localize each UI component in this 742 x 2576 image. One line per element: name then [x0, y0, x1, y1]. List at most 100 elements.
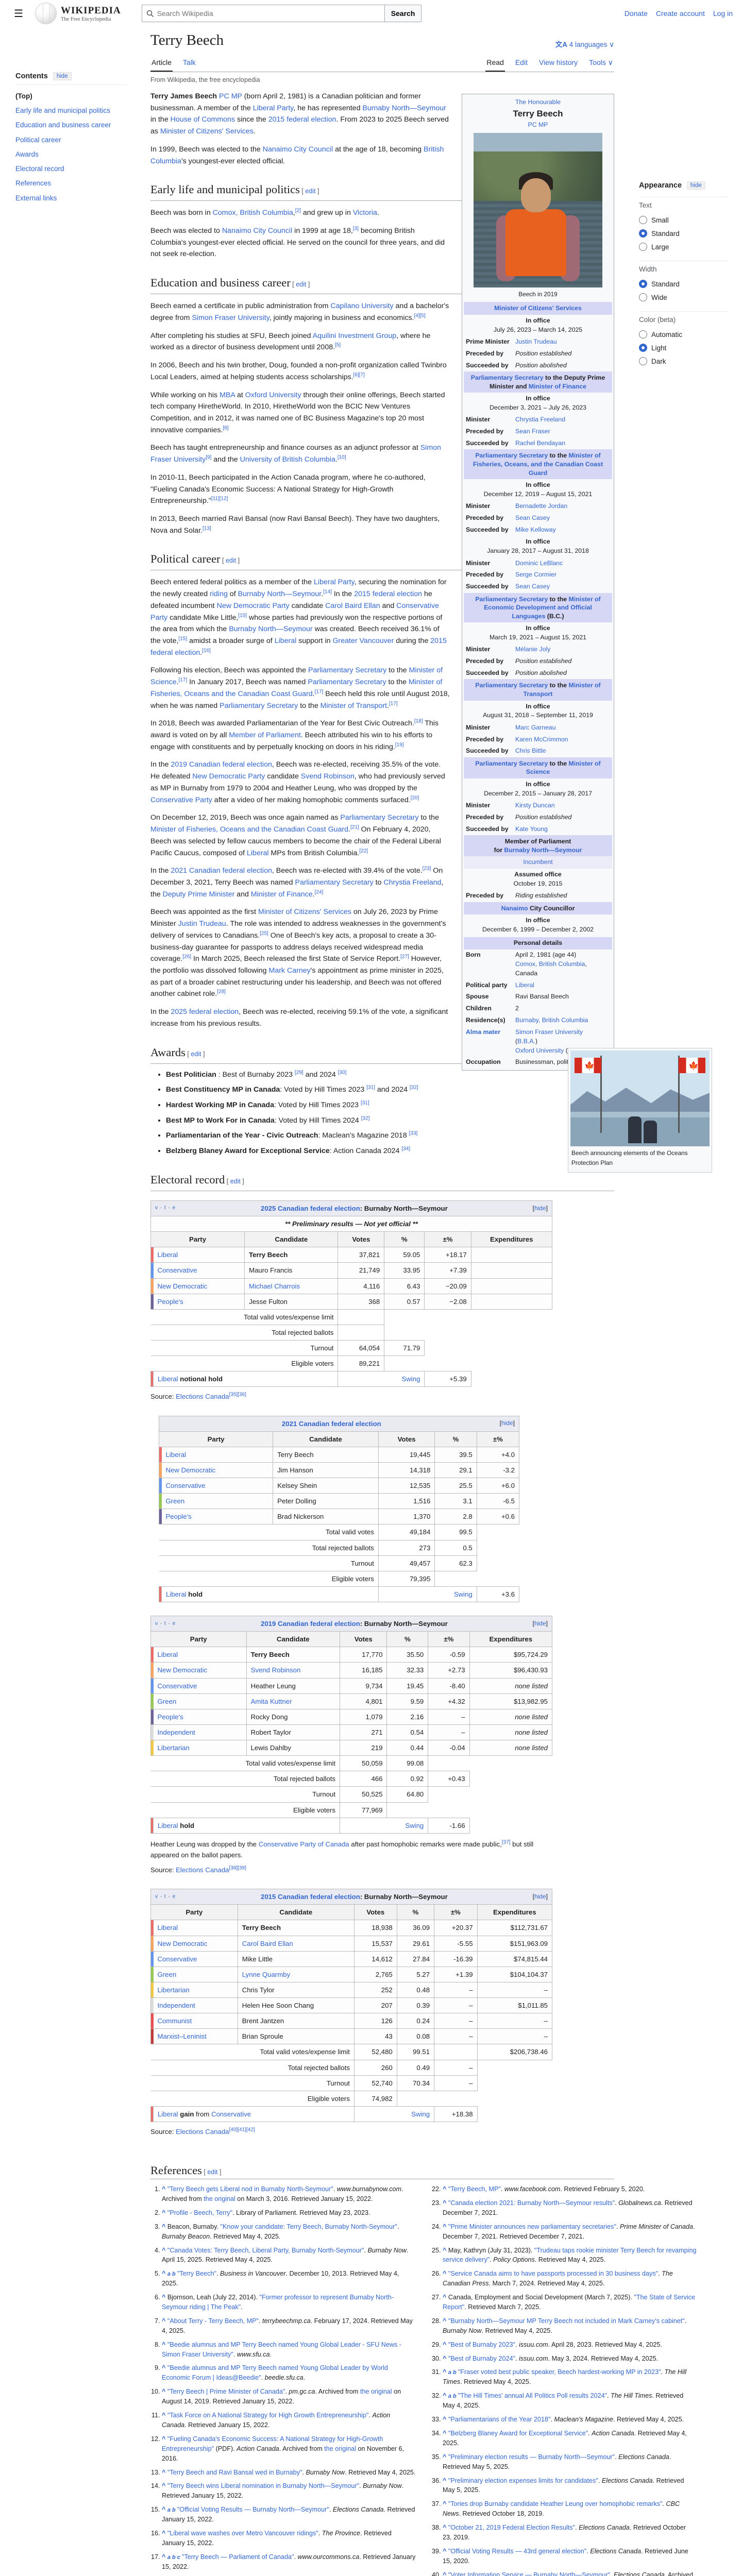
toc-item[interactable]: References — [15, 176, 126, 191]
reference-link[interactable]: [28] — [217, 989, 226, 995]
wiki-link[interactable]: Bernadette Jordan — [515, 502, 567, 510]
wiki-link[interactable]: Minister of Transport — [321, 702, 387, 710]
wiki-link[interactable]: 2019 Canadian federal election — [171, 760, 272, 769]
wiki-link[interactable]: Conservative — [211, 2110, 251, 2118]
reference-link[interactable]: [37] — [502, 1839, 511, 1845]
party-link[interactable]: Communist — [158, 2017, 192, 2025]
wiki-link[interactable]: riding — [210, 590, 228, 598]
wiki-link[interactable]: Burnaby, British Columbia — [515, 1016, 588, 1024]
wiki-link[interactable]: University of British Columbia — [240, 455, 335, 464]
citation-link[interactable]: "Prime Minister announces new parliament… — [448, 2223, 616, 2230]
wiki-link[interactable]: Justin Trudeau — [515, 338, 557, 345]
portrait-photo[interactable] — [474, 133, 602, 287]
reference-link[interactable]: [8] — [223, 425, 228, 431]
wiki-link[interactable]: Kirsty Duncan — [515, 802, 555, 809]
wiki-link[interactable]: Justin Trudeau — [178, 920, 226, 928]
wiki-link[interactable]: Simon Fraser University — [515, 1028, 583, 1036]
wiki-link[interactable]: Liberal — [166, 1590, 187, 1598]
wiki-link[interactable]: Liberal — [158, 1822, 178, 1829]
wiki-link[interactable]: Parliamentary Secretary — [308, 678, 386, 686]
vte-link[interactable]: v — [155, 1205, 158, 1211]
wiki-link[interactable]: Liberal — [247, 849, 269, 857]
citation-link[interactable]: "October 21, 2019 Federal Election Resul… — [448, 2524, 575, 2531]
appearance-option[interactable]: Dark — [639, 354, 728, 368]
vte-link[interactable]: t — [164, 1621, 166, 1626]
wiki-link[interactable]: House of Commons — [171, 115, 235, 124]
reference-link[interactable]: [35][36] — [229, 1392, 246, 1398]
reference-link[interactable]: [10] — [338, 454, 346, 460]
appearance-hide-button[interactable]: hide — [687, 181, 705, 190]
wiki-link[interactable]: Chrystia Freeland — [383, 878, 441, 887]
wiki-link[interactable]: Minister of Citizens' Services — [258, 908, 351, 916]
wiki-link[interactable]: Aquilini Investment Group — [313, 332, 396, 340]
appearance-option[interactable]: Standard — [639, 227, 728, 240]
wiki-link[interactable]: Burnaby North—Seymour — [229, 625, 312, 633]
wiki-link[interactable]: Liberal — [515, 981, 534, 989]
tab-read[interactable]: Read — [485, 54, 504, 72]
party-link[interactable]: Independent — [158, 2002, 195, 2009]
candidate-link[interactable]: Svend Robinson — [251, 1666, 301, 1674]
party-link[interactable]: Liberal — [158, 1251, 178, 1259]
election-title-link[interactable]: 2021 Canadian federal election — [282, 1420, 381, 1428]
wiki-link[interactable]: Burnaby North—Seymour — [238, 590, 322, 598]
reference-link[interactable]: [4][5] — [414, 313, 426, 318]
wiki-link[interactable]: Alma mater — [466, 1028, 500, 1036]
citation-link[interactable]: "Liberal wave washes over Metro Vancouve… — [167, 2530, 318, 2537]
reference-link[interactable]: [34] — [401, 1146, 410, 1151]
reference-link[interactable]: [40][41][42] — [229, 2127, 255, 2133]
party-link[interactable]: New Democratic — [158, 1940, 208, 1947]
wiki-link[interactable]: Mike Kelloway — [515, 526, 556, 533]
contents-hide-button[interactable]: hide — [53, 72, 72, 80]
reference-link[interactable]: [9] — [206, 454, 211, 460]
wiki-link[interactable]: Marc Garneau — [515, 724, 556, 731]
wiki-link[interactable]: Deputy Prime Minister — [163, 890, 235, 899]
party-link[interactable]: People's — [158, 1298, 183, 1306]
citation-link[interactable]: "Best of Burnaby 2024" — [448, 2355, 515, 2362]
wiki-link[interactable]: B.B.A. — [517, 1038, 535, 1045]
wiki-link[interactable]: Parliamentary Secretary — [475, 682, 548, 689]
reference-link[interactable]: [16] — [202, 648, 211, 653]
reference-link[interactable]: [25] — [260, 930, 268, 936]
citation-link[interactable]: "Parliamentarians of the Year 2018" — [448, 2416, 551, 2423]
candidate-link[interactable]: Michael Charrois — [249, 1282, 300, 1290]
toc-item[interactable]: Awards — [15, 147, 126, 162]
reference-link[interactable]: [17] — [389, 701, 398, 706]
reference-link[interactable]: [23] — [423, 866, 431, 871]
party-link[interactable]: Green — [166, 1497, 185, 1505]
party-link[interactable]: People's — [158, 1713, 183, 1721]
citation-link[interactable]: "Terry Beech and Ravi Bansal wed in Burn… — [167, 2469, 302, 2476]
wiki-link[interactable]: Nanaimo City Council — [263, 145, 333, 154]
candidate-link[interactable]: Amita Kuttner — [251, 1698, 292, 1705]
party-link[interactable]: Conservative — [158, 1955, 197, 1963]
citation-link[interactable]: "Fraser voted best public speaker, Beech… — [458, 2368, 661, 2376]
wiki-link[interactable]: 2015 federal election — [268, 115, 336, 124]
wiki-link[interactable]: Parliamentary Secretary — [475, 760, 548, 767]
wiki-link[interactable]: Elections Canada — [176, 1866, 229, 1874]
reference-link[interactable]: [33] — [409, 1131, 418, 1137]
reference-link[interactable]: [20] — [411, 795, 419, 801]
reference-link[interactable]: [18] — [414, 719, 423, 724]
candidate-link[interactable]: Lynne Quarmby — [242, 1971, 290, 1978]
citation-link[interactable]: "Best of Burnaby 2023" — [448, 2341, 515, 2348]
wiki-link[interactable]: Parliamentary Secretary — [471, 374, 544, 381]
party-link[interactable]: Liberal — [158, 1651, 178, 1658]
citation-link[interactable]: "Voter Information Service — Burnaby Nor… — [448, 2571, 610, 2576]
citation-link[interactable]: "Former professor to represent Burnaby N… — [162, 2294, 394, 2311]
party-link[interactable]: Liberal — [166, 1451, 187, 1459]
hide-link[interactable]: hide — [534, 1205, 546, 1212]
wiki-link[interactable]: Comox, British Columbia — [213, 209, 293, 217]
reference-link[interactable]: [32] — [361, 1115, 370, 1121]
wiki-link[interactable]: Oxford University — [515, 1047, 564, 1054]
languages-button[interactable]: 文A 4 languages ∨ — [555, 39, 614, 49]
wiki-link[interactable]: MBA — [220, 391, 235, 399]
wiki-link[interactable]: Parliamentary Secretary — [220, 702, 298, 710]
appearance-option[interactable]: Wide — [639, 291, 728, 304]
wiki-link[interactable]: Liberal Party — [314, 578, 355, 586]
appearance-option[interactable]: Automatic — [639, 328, 728, 341]
wiki-link[interactable]: Mark Carney — [269, 967, 311, 975]
reference-link[interactable]: [6][7] — [353, 372, 365, 378]
wiki-link[interactable]: Parliamentary Secretary — [475, 596, 548, 603]
wiki-link[interactable]: Nanaimo City Council — [222, 227, 292, 235]
wiki-link[interactable]: Minister of Fisheries, Oceans and the Ca… — [150, 678, 442, 698]
reference-link[interactable]: [5] — [335, 343, 341, 348]
